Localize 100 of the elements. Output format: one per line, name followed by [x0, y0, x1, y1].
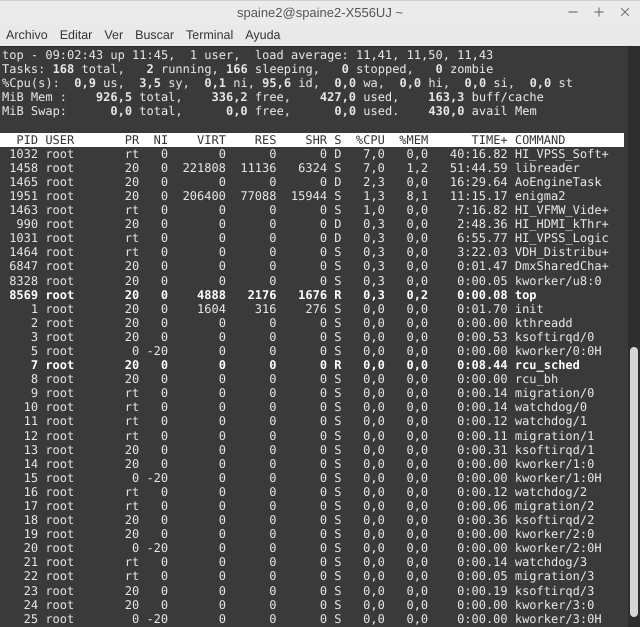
table-cell-text: 2176: [246, 288, 276, 302]
table-cell-text: 20: [124, 527, 140, 542]
summary-line: Tasks: 168 total, 2 running, 166 sleeping, 0 stopped, 0 zombie: [2, 62, 494, 76]
table-cell-text: 1,2: [405, 160, 428, 175]
table-cell-text: 0: [218, 598, 226, 612]
table-cell-text: root: [44, 330, 76, 344]
table-cell-text: 9: [30, 386, 38, 400]
column-header[interactable]: PR: [103, 132, 140, 147]
menu-item[interactable]: Ver: [104, 26, 124, 45]
table-cell-text: 0: [160, 231, 168, 246]
table-cell-text: 0:00.14: [456, 386, 508, 400]
table-cell-text: 0,0: [405, 470, 428, 485]
table-cell-text: 0,0: [362, 316, 385, 330]
table-cell-text: ksoftirqd/2: [514, 513, 594, 528]
table-cell-text: 0,0: [362, 584, 385, 598]
table-cell-text: -20: [145, 344, 168, 358]
column-header[interactable]: USER: [38, 132, 104, 147]
table-cell-text: 8: [30, 372, 38, 386]
table-cell-text: 20: [124, 372, 140, 386]
table-cell-text: 2:48.36: [456, 217, 508, 232]
table-cell-text: 0:01.47: [456, 259, 508, 274]
table-cell-text: 0,0: [405, 217, 428, 232]
column-header[interactable]: RES: [226, 132, 276, 147]
table-cell-text: 0: [218, 499, 226, 514]
table-cell-text: 20: [124, 513, 140, 528]
table-cell-text: 0,0: [362, 442, 385, 457]
table-cell-text: root: [44, 527, 76, 542]
table-cell-text: 0: [268, 612, 276, 626]
menu-item[interactable]: Terminal: [186, 26, 234, 45]
table-cell-text: 20: [124, 274, 140, 288]
column-header[interactable]: SHR: [276, 132, 328, 147]
table-cell-text: 0: [218, 274, 226, 288]
table-cell-text: kworker/u8:0: [514, 274, 602, 288]
table-cell-text: 0,0: [405, 569, 428, 584]
column-header[interactable]: NI: [139, 132, 168, 147]
table-cell-text: 20: [124, 316, 140, 330]
table-cell-text: S: [333, 188, 342, 204]
menu-item[interactable]: Archivo: [6, 26, 48, 45]
column-header[interactable]: VIRT: [168, 132, 226, 147]
maximize-icon[interactable]: [592, 5, 606, 19]
table-cell-text: rcu_sched: [514, 358, 580, 372]
table-cell-text: 0: [160, 160, 168, 175]
table-cell-text: S: [333, 274, 342, 288]
scrollbar[interactable]: [628, 47, 640, 627]
table-cell-text: 77088: [239, 188, 276, 204]
table-cell-text: migration/1: [514, 428, 594, 443]
close-icon[interactable]: [618, 5, 632, 19]
table-cell-text: HI_VPSS_Logic: [514, 231, 609, 246]
table-cell-text: 0: [318, 400, 328, 414]
table-cell-text: 0: [268, 358, 276, 372]
table-cell-text: 2,3: [362, 174, 385, 189]
table-cell-text: 0,3: [362, 288, 385, 302]
table-cell-text: 0: [160, 203, 168, 218]
table-cell-text: 0: [218, 428, 226, 443]
column-header[interactable]: %CPU: [341, 132, 385, 147]
table-cell-text: root: [44, 344, 76, 358]
table-cell-text: 0: [218, 203, 226, 218]
table-cell-text: 3:22.03: [456, 245, 508, 260]
table-cell-text: 0,0: [405, 555, 428, 570]
menu-item[interactable]: Ayuda: [245, 26, 280, 45]
table-cell-text: 0,0: [362, 358, 385, 372]
table-cell-text: 0:08.44: [456, 358, 508, 372]
table-cell-text: enigma2: [514, 188, 566, 204]
table-cell-text: R: [333, 288, 342, 302]
table-cell-text: 0: [160, 288, 168, 302]
table-cell-text: 0: [318, 358, 328, 372]
table-cell-text: root: [44, 569, 76, 584]
menu-item[interactable]: Buscar: [135, 26, 174, 45]
column-header[interactable]: %MEM: [384, 132, 428, 147]
table-cell-text: 0: [131, 612, 140, 626]
table-cell-text: 0:00.06: [456, 499, 508, 514]
table-cell-text: S: [333, 400, 342, 414]
scrollbar-thumb[interactable]: [630, 347, 638, 617]
table-cell-text: 40:16.82: [448, 146, 508, 161]
table-cell-text: 0: [318, 598, 328, 612]
table-cell-text: 0: [318, 372, 328, 386]
table-cell-text: 0: [318, 231, 328, 246]
table-cell-text: 0: [318, 245, 328, 260]
table-cell-text: 17: [22, 499, 38, 514]
table-cell-text: root: [44, 316, 76, 330]
table-cell-text: 0,0: [405, 203, 428, 218]
table-cell-text: 0: [160, 302, 168, 316]
table-cell-text: 1676: [297, 288, 328, 302]
column-header[interactable]: S: [327, 132, 342, 147]
table-cell-text: 0: [160, 513, 168, 528]
column-header[interactable]: PID: [2, 132, 38, 147]
column-header[interactable]: COMMAND: [508, 132, 566, 147]
table-cell-text: 0: [160, 428, 168, 443]
table-cell-text: 0: [268, 555, 276, 570]
table-cell-text: root: [44, 555, 76, 570]
table-cell-text: 0: [268, 217, 276, 232]
table-cell-text: 0,0: [362, 470, 385, 485]
column-header[interactable]: TIME+: [428, 132, 508, 147]
table-cell-text: 0: [268, 499, 276, 514]
table-cell-text: 23: [22, 584, 38, 598]
menu-item[interactable]: Editar: [60, 26, 92, 45]
table-cell-text: 0: [218, 555, 226, 570]
table-cell-text: 0,0: [405, 174, 428, 189]
table-cell-text: 0: [160, 442, 168, 457]
table-cell-text: root: [44, 584, 76, 598]
